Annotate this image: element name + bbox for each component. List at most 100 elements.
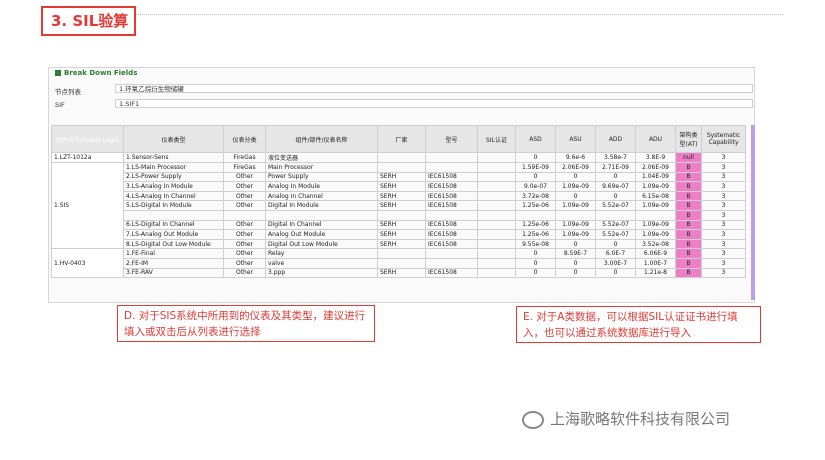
- table-cell[interactable]: 液位变送器: [265, 152, 378, 163]
- table-row[interactable]: 1.LZT-1012a 1.Sensor-Sens FireGas 液位变送器 0 9.6…: [51, 152, 746, 163]
- table-row[interactable]: 3.FE-RAV Other 3.ppp SERH IEC61508 0 0 0 1.21e-8…: [52, 267, 746, 279]
- table-cell[interactable]: 1.09e-09: [555, 181, 596, 192]
- table-cell[interactable]: 5.52e-07: [595, 200, 636, 211]
- table-cell[interactable]: 1.09e-09: [635, 181, 676, 192]
- table-cell[interactable]: 6.LS-Digital In Channel: [123, 219, 224, 231]
- table-cell[interactable]: [477, 219, 516, 231]
- table-cell[interactable]: B: [675, 229, 702, 240]
- table-cell[interactable]: 3: [701, 171, 746, 183]
- table-cell[interactable]: 3: [701, 267, 746, 279]
- table-cell[interactable]: IEC61508: [425, 229, 478, 240]
- table-cell[interactable]: [477, 181, 516, 192]
- table-cell[interactable]: 2.71E-09: [595, 162, 636, 173]
- table-cell[interactable]: B: [675, 190, 702, 202]
- table-cell[interactable]: 1.09e-09: [635, 219, 676, 231]
- table-cell[interactable]: 1.25e-06: [515, 229, 556, 240]
- header-col-asd[interactable]: ASD: [515, 125, 556, 153]
- table-cell[interactable]: 3: [701, 219, 746, 231]
- table-cell[interactable]: null: [675, 152, 702, 163]
- table-cell[interactable]: 0: [515, 267, 556, 279]
- table-cell[interactable]: 9.6e-6: [555, 152, 596, 163]
- table-cell[interactable]: [425, 248, 478, 259]
- table-row[interactable]: 4.LS-Analog In Channel Other Analog In Cha…: [52, 190, 746, 202]
- table-cell[interactable]: [377, 162, 426, 173]
- table-cell[interactable]: 2.FE-IM: [123, 257, 224, 269]
- table-cell[interactable]: 0: [555, 257, 596, 269]
- vertical-scrollbar[interactable]: [751, 125, 755, 300]
- table-cell[interactable]: 3: [701, 238, 746, 250]
- table-cell[interactable]: 4.LS-Analog In Channel: [123, 190, 224, 202]
- table-cell[interactable]: [555, 209, 596, 221]
- table-cell[interactable]: IEC61508: [425, 181, 478, 192]
- table-cell[interactable]: IEC61508: [425, 267, 478, 279]
- table-cell[interactable]: 1.09e-09: [635, 229, 676, 240]
- table-cell[interactable]: 3.52e-08: [635, 238, 676, 250]
- table-cell[interactable]: B: [675, 200, 702, 211]
- table-cell[interactable]: SERH: [377, 267, 426, 279]
- table-cell[interactable]: 3.LS-Analog In Module: [123, 181, 224, 192]
- table-cell[interactable]: B: [675, 171, 702, 183]
- table-cell[interactable]: IEC61508: [425, 171, 478, 183]
- table-cell[interactable]: Other: [223, 200, 266, 211]
- table-cell[interactable]: 0: [555, 267, 596, 279]
- header-col-model[interactable]: 型号: [425, 125, 478, 153]
- table-cell[interactable]: SERH: [377, 190, 426, 202]
- table-cell[interactable]: IEC61508: [425, 190, 478, 202]
- table-cell[interactable]: 6.06E-9: [635, 248, 676, 259]
- table-cell[interactable]: [425, 209, 478, 221]
- table-cell[interactable]: 0: [515, 171, 556, 183]
- table-cell[interactable]: SERH: [377, 200, 426, 211]
- table-cell[interactable]: 3.FE-RAV: [123, 267, 224, 279]
- table-cell[interactable]: 3.72e-08: [515, 190, 556, 202]
- table-cell[interactable]: 1.FE-Final: [123, 248, 224, 259]
- table-row[interactable]: 1.SIS 1.LS-Main Processor FireGas Main Proc…: [51, 161, 746, 250]
- table-cell[interactable]: 0: [515, 152, 556, 163]
- table-cell[interactable]: 3.8E-9: [635, 152, 676, 163]
- table-cell[interactable]: [123, 209, 224, 221]
- table-cell[interactable]: Power Supply: [265, 171, 378, 183]
- table-cell[interactable]: 3: [701, 162, 746, 173]
- table-cell[interactable]: Digital Out Low Module: [265, 238, 378, 250]
- table-cell[interactable]: 1.25e-06: [515, 219, 556, 231]
- header-col-component-name[interactable]: 组件/部件/仪表名称: [265, 125, 378, 153]
- table-row[interactable]: 8.LS-Digital Out Low Module Other Digital …: [52, 238, 746, 250]
- header-col-sil-cert[interactable]: SIL认证: [477, 125, 516, 153]
- header-col-adu[interactable]: ADU: [635, 125, 676, 153]
- table-cell[interactable]: [595, 209, 636, 221]
- table-cell[interactable]: 0: [555, 238, 596, 250]
- table-cell[interactable]: [477, 248, 516, 259]
- header-col-vendor[interactable]: 厂家: [377, 125, 426, 153]
- table-cell[interactable]: 0: [555, 171, 596, 183]
- table-cell[interactable]: SERH: [377, 171, 426, 183]
- table-cell[interactable]: 3.ppp: [265, 267, 378, 279]
- table-cell[interactable]: IEC61508: [425, 219, 478, 231]
- table-cell[interactable]: Main Processor: [265, 162, 378, 173]
- node-list-field[interactable]: 1.环氧乙烷衍生物储罐: [115, 84, 753, 93]
- header-col-systematic-capability[interactable]: Systematic Capability: [701, 125, 746, 153]
- table-cell[interactable]: [477, 171, 516, 183]
- table-cell[interactable]: 1.04E-09: [635, 171, 676, 183]
- table-row[interactable]: 2.LS-Power Supply Other Power Supply SERH IE…: [52, 171, 746, 183]
- table-cell[interactable]: 0: [595, 190, 636, 202]
- header-col-group-legs[interactable]: 组件位号(Group Legs): [51, 125, 124, 153]
- table-cell[interactable]: Other: [223, 267, 266, 279]
- group-leg-cell[interactable]: 1.LZT-1012a: [51, 152, 124, 163]
- table-cell[interactable]: 9.55e-08: [515, 238, 556, 250]
- table-cell[interactable]: [515, 209, 556, 221]
- table-cell[interactable]: [377, 209, 426, 221]
- table-cell[interactable]: 3.58e-7: [595, 152, 636, 163]
- table-cell[interactable]: Analog Out Module: [265, 229, 378, 240]
- table-cell[interactable]: Analog In Channel: [265, 190, 378, 202]
- table-cell[interactable]: [223, 209, 266, 221]
- table-cell[interactable]: 1.LS-Main Processor: [123, 162, 224, 173]
- table-cell[interactable]: [477, 238, 516, 250]
- table-cell[interactable]: 6.0E-7: [595, 248, 636, 259]
- table-cell[interactable]: Other: [223, 238, 266, 250]
- table-cell[interactable]: 0: [595, 267, 636, 279]
- table-cell[interactable]: [425, 257, 478, 269]
- table-cell[interactable]: [477, 162, 516, 173]
- table-cell[interactable]: B: [675, 248, 702, 259]
- header-col-asu[interactable]: ASU: [555, 125, 596, 153]
- group-leg-cell[interactable]: 1.HV-0403: [51, 248, 124, 279]
- table-cell[interactable]: Other: [223, 181, 266, 192]
